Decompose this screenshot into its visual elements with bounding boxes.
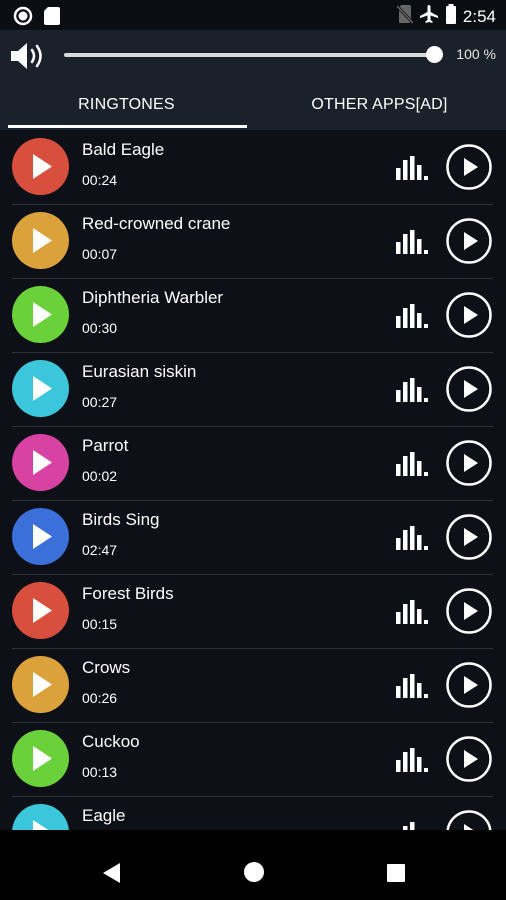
navigation-bar	[0, 830, 506, 900]
list-item[interactable]: Eagle	[12, 796, 493, 830]
tab-ringtones[interactable]: RINGTONES	[0, 80, 253, 130]
volume-bar: 100 %	[0, 30, 506, 80]
back-icon[interactable]	[102, 862, 122, 889]
equalizer-icon[interactable]	[396, 822, 428, 830]
play-avatar-icon[interactable]	[12, 138, 69, 195]
ringtone-title: Red-crowned crane	[82, 214, 231, 233]
play-circle-icon[interactable]	[446, 440, 492, 491]
ringtone-title: Cuckoo	[82, 732, 140, 751]
clock: 2:54	[462, 6, 496, 26]
airplane-mode-icon	[419, 4, 439, 29]
play-circle-icon[interactable]	[446, 588, 492, 639]
speaker-icon[interactable]	[9, 41, 47, 76]
ringtone-title: Bald Eagle	[82, 140, 165, 159]
play-circle-icon[interactable]	[446, 662, 492, 713]
tab-bar: RINGTONES OTHER APPS[AD]	[0, 80, 506, 130]
play-circle-icon[interactable]	[446, 218, 492, 269]
play-avatar-icon[interactable]	[12, 656, 69, 713]
ringtone-title: Crows	[82, 658, 131, 677]
play-circle-icon[interactable]	[446, 144, 492, 195]
equalizer-icon[interactable]	[396, 748, 428, 777]
battery-icon	[445, 4, 457, 29]
ringtone-title: Eagle	[82, 806, 126, 825]
play-avatar-icon[interactable]	[12, 582, 69, 639]
list-item[interactable]: Eurasian siskin 00:27	[12, 352, 493, 427]
home-icon[interactable]	[243, 861, 265, 888]
ringtone-duration: 00:07	[82, 246, 118, 262]
ringtone-duration: 00:26	[82, 690, 118, 706]
play-avatar-icon[interactable]	[12, 434, 69, 491]
ringtone-duration: 00:15	[82, 616, 118, 632]
play-circle-icon[interactable]	[446, 514, 492, 565]
ringtone-title: Birds Sing	[82, 510, 160, 529]
volume-slider-thumb[interactable]	[426, 46, 443, 63]
ringtone-list[interactable]: Bald Eagle 00:24 Red-crowned crane 00:07 Dip…	[0, 130, 506, 830]
status-bar: 2:54	[0, 0, 506, 30]
play-avatar-icon[interactable]	[12, 804, 69, 830]
record-icon	[13, 6, 33, 31]
equalizer-icon[interactable]	[396, 156, 428, 185]
equalizer-icon[interactable]	[396, 452, 428, 481]
play-circle-icon[interactable]	[446, 736, 492, 787]
play-avatar-icon[interactable]	[12, 360, 69, 417]
tab-indicator	[8, 125, 247, 128]
list-item[interactable]: Crows 00:26	[12, 648, 493, 723]
list-item[interactable]: Bald Eagle 00:24	[12, 130, 493, 205]
ringtone-duration: 02:47	[82, 542, 118, 558]
list-item[interactable]: Diphtheria Warbler 00:30	[12, 278, 493, 353]
play-circle-icon[interactable]	[446, 366, 492, 417]
play-avatar-icon[interactable]	[12, 286, 69, 343]
ringtone-title: Parrot	[82, 436, 129, 455]
equalizer-icon[interactable]	[396, 600, 428, 629]
equalizer-icon[interactable]	[396, 526, 428, 555]
ringtone-duration: 00:13	[82, 764, 118, 780]
play-avatar-icon[interactable]	[12, 508, 69, 565]
play-circle-icon[interactable]	[446, 810, 492, 830]
tab-other-apps[interactable]: OTHER APPS[AD]	[253, 80, 506, 130]
sd-card-icon	[43, 6, 61, 31]
ringtone-duration: 00:30	[82, 320, 118, 336]
recents-icon[interactable]	[386, 863, 406, 888]
equalizer-icon[interactable]	[396, 378, 428, 407]
ringtone-title: Forest Birds	[82, 584, 174, 603]
equalizer-icon[interactable]	[396, 304, 428, 333]
ringtone-duration: 00:24	[82, 172, 118, 188]
play-avatar-icon[interactable]	[12, 730, 69, 787]
play-circle-icon[interactable]	[446, 292, 492, 343]
list-item[interactable]: Forest Birds 00:15	[12, 574, 493, 649]
list-item[interactable]: Parrot 00:02	[12, 426, 493, 501]
play-avatar-icon[interactable]	[12, 212, 69, 269]
no-sim-icon	[395, 4, 414, 29]
ringtone-duration: 00:02	[82, 468, 118, 484]
equalizer-icon[interactable]	[396, 230, 428, 259]
list-item[interactable]: Birds Sing 02:47	[12, 500, 493, 575]
ringtone-title: Diphtheria Warbler	[82, 288, 224, 307]
list-item[interactable]: Cuckoo 00:13	[12, 722, 493, 797]
equalizer-icon[interactable]	[396, 674, 428, 703]
volume-slider[interactable]	[64, 53, 435, 57]
volume-percent: 100 %	[456, 46, 496, 62]
list-item[interactable]: Red-crowned crane 00:07	[12, 204, 493, 279]
ringtone-title: Eurasian siskin	[82, 362, 197, 381]
ringtone-duration: 00:27	[82, 394, 118, 410]
